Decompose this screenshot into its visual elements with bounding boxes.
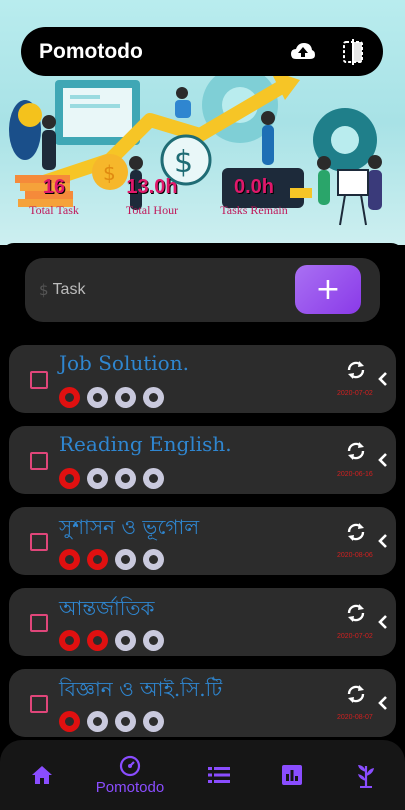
list-icon [208, 767, 230, 783]
pomodoro-todo-dot [87, 387, 108, 408]
task-date: 2020-07-02 [337, 633, 373, 640]
task-name: সুশাসন ও ভূগোল [59, 515, 200, 539]
pomodoro-dots [59, 387, 164, 408]
pomodoro-done-dot [87, 630, 108, 651]
pomodoro-todo-dot [115, 549, 136, 570]
svg-text:$: $ [174, 145, 193, 180]
task-name: Job Solution. [59, 351, 189, 375]
app-bar: Pomotodo [21, 27, 383, 76]
pomodoro-todo-dot [143, 387, 164, 408]
repeat-icon[interactable] [345, 683, 367, 705]
pomodoro-dots [59, 549, 164, 570]
task-card[interactable]: Job Solution. 2020-07-02 [9, 345, 396, 413]
chevron-left-icon[interactable] [376, 612, 390, 632]
split-view-icon[interactable] [339, 38, 367, 66]
pomodoro-dots [59, 711, 164, 732]
pomodoro-todo-dot [115, 711, 136, 732]
nav-label: Pomotodo [95, 778, 165, 796]
task-checkbox[interactable] [30, 533, 48, 551]
chart-icon [282, 765, 302, 785]
pomodoro-done-dot [59, 549, 80, 570]
task-date: 2020-08-06 [337, 552, 373, 559]
pomodoro-todo-dot [143, 711, 164, 732]
task-date: 2020-06-16 [337, 471, 373, 478]
task-date: 2020-07-02 [337, 390, 373, 397]
stat-label: Tasks Remain [220, 203, 288, 217]
task-card[interactable]: আন্তর্জাতিক 2020-07-02 [9, 588, 396, 656]
pomodoro-todo-dot [115, 630, 136, 651]
pomodoro-dots [59, 468, 164, 489]
task-card[interactable]: সুশাসন ও ভূগোল 2020-08-06 [9, 507, 396, 575]
chevron-left-icon[interactable] [376, 693, 390, 713]
task-card[interactable]: বিজ্ঞান ও আই.সি.টি 2020-08-07 [9, 669, 396, 737]
pomodoro-todo-dot [143, 630, 164, 651]
repeat-icon[interactable] [345, 440, 367, 462]
pomodoro-dots [59, 630, 164, 651]
stat-value: 13.0h [126, 176, 178, 198]
task-card[interactable]: Reading English. 2020-06-16 [9, 426, 396, 494]
task-checkbox[interactable] [30, 371, 48, 389]
task-name: বিজ্ঞান ও আই.সি.টি [59, 677, 223, 701]
repeat-icon[interactable] [345, 359, 367, 381]
pomodoro-done-dot [59, 387, 80, 408]
pomodoro-done-dot [59, 711, 80, 732]
stat-tasks-remain: 0.0h Tasks Remain [208, 176, 300, 218]
hero-banner: $ $ Pomotodo 16 Total Task 13.0h Total H… [0, 0, 405, 245]
plant-icon [358, 765, 374, 788]
chevron-left-icon[interactable] [376, 531, 390, 551]
cloud-upload-icon[interactable] [289, 38, 317, 66]
stat-value: 16 [42, 176, 66, 198]
home-icon [32, 766, 52, 784]
pomodoro-todo-dot [143, 468, 164, 489]
pomodoro-todo-dot [87, 468, 108, 489]
task-date: 2020-08-07 [337, 714, 373, 721]
pomodoro-todo-dot [115, 468, 136, 489]
task-name: Reading English. [59, 432, 232, 456]
pomodoro-todo-dot [87, 711, 108, 732]
task-input-bar: $ + [25, 258, 380, 322]
nav-plant[interactable] [352, 740, 380, 810]
pomodoro-done-dot [59, 468, 80, 489]
task-input[interactable] [52, 281, 273, 299]
task-checkbox[interactable] [30, 614, 48, 632]
chevron-left-icon[interactable] [376, 369, 390, 389]
timer-icon [119, 755, 141, 776]
task-name: আন্তর্জাতিক [59, 596, 155, 620]
task-checkbox[interactable] [30, 452, 48, 470]
repeat-icon[interactable] [345, 602, 367, 624]
pomodoro-todo-dot [115, 387, 136, 408]
bottom-nav: Pomotodo [0, 740, 405, 810]
stat-total-hour: 13.0h Total Hour [112, 176, 192, 218]
add-task-button[interactable]: + [295, 265, 361, 314]
chevron-left-icon[interactable] [376, 450, 390, 470]
stat-label: Total Hour [125, 203, 179, 217]
app-title: Pomotodo [39, 39, 143, 63]
stat-total-task: 16 Total Task [14, 176, 94, 218]
repeat-icon[interactable] [345, 521, 367, 543]
pomodoro-done-dot [59, 630, 80, 651]
nav-home[interactable] [22, 740, 62, 810]
stat-value: 0.0h [233, 176, 275, 198]
pomodoro-done-dot [87, 549, 108, 570]
dollar-icon: $ [39, 281, 49, 299]
nav-list[interactable] [205, 740, 233, 810]
nav-stats[interactable] [279, 740, 305, 810]
pomodoro-todo-dot [143, 549, 164, 570]
nav-pomotodo[interactable]: Pomotodo [84, 740, 176, 810]
task-checkbox[interactable] [30, 695, 48, 713]
stat-label: Total Task [29, 203, 79, 217]
